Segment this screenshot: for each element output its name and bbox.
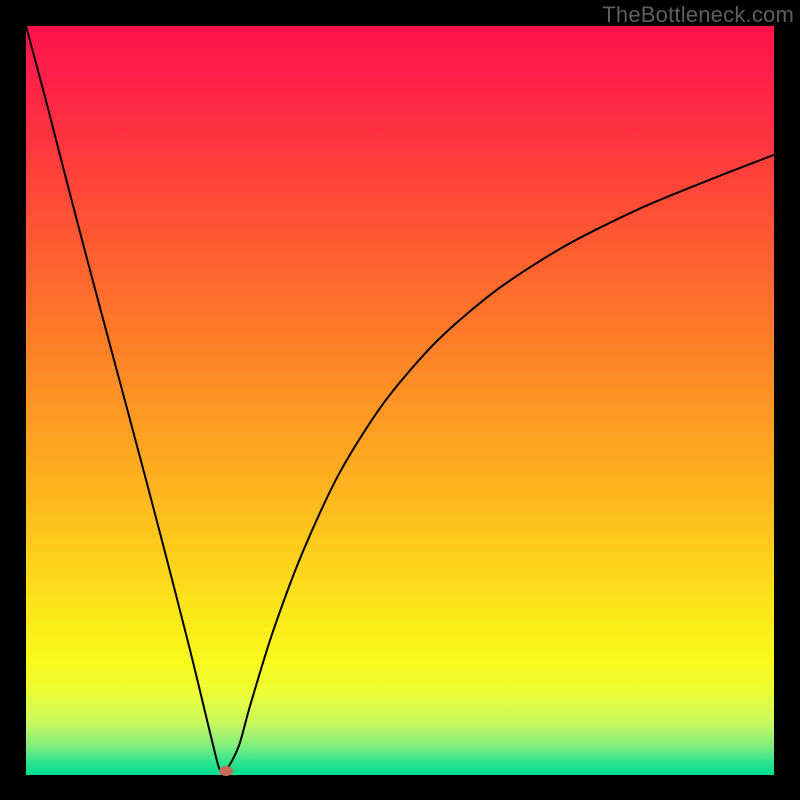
minimum-marker <box>219 766 233 776</box>
chart-frame: TheBottleneck.com <box>0 0 800 800</box>
watermark-text: TheBottleneck.com <box>602 2 794 28</box>
curve-path <box>26 26 774 773</box>
bottleneck-curve <box>26 26 774 775</box>
plot-area <box>26 26 774 775</box>
